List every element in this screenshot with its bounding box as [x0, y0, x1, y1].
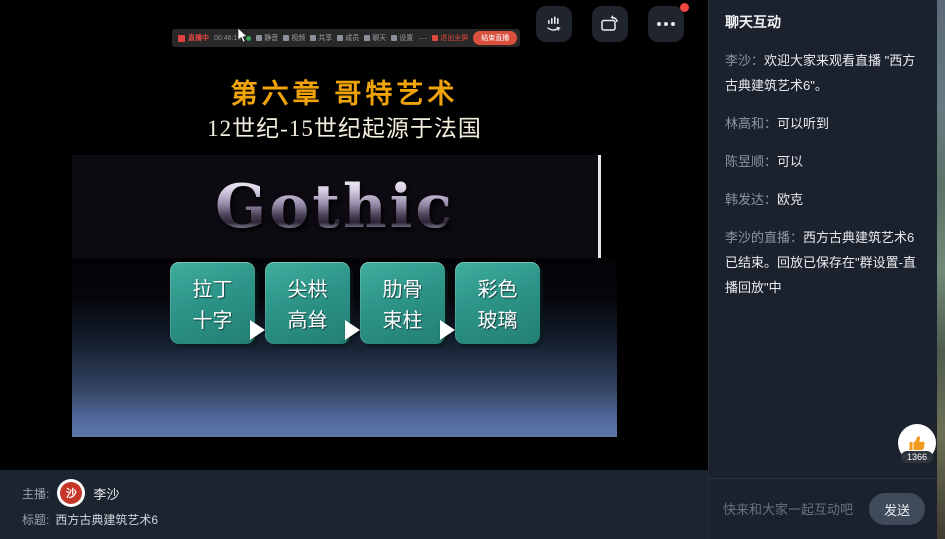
share-toolbar: 直播中 00:46:10 静音 视频 共享 成员 聊天 [172, 29, 520, 47]
chat-text: 可以听到 [777, 116, 829, 131]
mic-icon [256, 35, 262, 41]
host-row: 主播: 沙 李沙 [22, 478, 708, 508]
slide-chapter-title: 第六章 哥特艺术 [72, 72, 617, 111]
like-button[interactable]: 1366 [898, 424, 936, 462]
title-row: 标题: 西方古典建筑艺术6 [22, 511, 708, 528]
flow-box-line: 十字 [193, 304, 233, 333]
flow-arrow-icon [440, 320, 455, 340]
stream-controls [536, 6, 684, 42]
voice-interpretation-icon [544, 14, 564, 34]
host-avatar: 沙 [57, 479, 85, 507]
popout-window-icon [599, 14, 621, 34]
thumb-up-icon [907, 433, 927, 453]
chat-panel-title: 聊天互动 [709, 0, 937, 38]
exit-icon [432, 35, 438, 41]
seal-stamp-icon: 沙 [60, 482, 82, 504]
toolbar-item-label: 静音 [264, 33, 278, 43]
end-live-button[interactable]: 结束直播 [473, 31, 517, 45]
host-label: 主播: [22, 485, 49, 502]
toolbar-item-share[interactable]: 共享 [310, 33, 332, 43]
toolbar-item-label: 成员 [345, 33, 359, 43]
flow-arrow-icon [345, 320, 360, 340]
flow-arrow-icon [250, 320, 265, 340]
desktop-wallpaper-strip [937, 0, 945, 539]
toolbar-brand: 直播中 [178, 33, 209, 43]
notification-dot [680, 3, 689, 12]
chat-username: 陈昱顺： [725, 154, 777, 169]
share-screen-icon [310, 35, 316, 41]
chat-bubble-icon [364, 35, 370, 41]
chat-message: 林高和：可以听到 [725, 111, 921, 136]
flow-box-latin-cross: 拉丁 十字 [170, 262, 255, 344]
chat-username: 李沙： [725, 53, 764, 68]
toolbar-item-chat[interactable]: 聊天 [364, 33, 386, 43]
stream-title-label: 标题: [22, 511, 49, 528]
toolbar-item-settings[interactable]: 设置 [391, 33, 413, 43]
toolbar-item-mute[interactable]: 静音 [256, 33, 278, 43]
voice-interpretation-button[interactable] [536, 6, 572, 42]
flow-box-line: 束柱 [383, 304, 423, 333]
flow-box-stained-glass: 彩色 玻璃 [455, 262, 540, 344]
chat-message: 李沙：欢迎大家来观看直播 "西方古典建筑艺术6"。 [725, 48, 921, 98]
more-icon [657, 22, 675, 26]
toolbar-exit-fullscreen-button[interactable]: 退出全屏 [432, 33, 468, 43]
gear-icon [391, 35, 397, 41]
chat-username: 林高和： [725, 116, 777, 131]
host-name: 李沙 [93, 484, 119, 503]
gothic-banner-image: Gothic [72, 155, 601, 258]
more-button[interactable] [648, 6, 684, 42]
toolbar-item-label: 共享 [318, 33, 332, 43]
toolbar-item-members[interactable]: 成员 [337, 33, 359, 43]
chat-input[interactable] [721, 501, 861, 518]
meeting-logo-icon [178, 35, 185, 42]
chat-text: 欧克 [777, 192, 803, 207]
live-stream-window: 直播中 00:46:10 静音 视频 共享 成员 聊天 [0, 0, 945, 539]
flow-box-rib-vault: 肋骨 束柱 [360, 262, 445, 344]
toolbar-item-camera[interactable]: 视频 [283, 33, 305, 43]
toolbar-item-label: 聊天 [372, 33, 386, 43]
mouse-cursor [237, 28, 249, 44]
flow-box-line: 肋骨 [383, 273, 423, 302]
flow-box-line: 拉丁 [193, 273, 233, 302]
toolbar-brand-label: 直播中 [188, 33, 209, 43]
chat-message: 陈昱顺：可以 [725, 149, 921, 174]
stream-info-bar: 主播: 沙 李沙 标题: 西方古典建筑艺术6 [0, 470, 708, 539]
members-icon [337, 35, 343, 41]
send-button[interactable]: 发送 [869, 493, 925, 525]
toolbar-more-button[interactable]: ⋯ [418, 34, 427, 43]
gothic-word: Gothic [215, 172, 455, 242]
flow-box-line: 彩色 [478, 273, 518, 302]
toolbar-exit-label: 退出全屏 [440, 33, 468, 43]
chat-username: 韩发达： [725, 192, 777, 207]
main-stage: 直播中 00:46:10 静音 视频 共享 成员 聊天 [0, 0, 708, 470]
toolbar-item-label: 设置 [399, 33, 413, 43]
flow-box-line: 高耸 [288, 304, 328, 333]
chat-username: 李沙的直播： [725, 230, 803, 245]
chat-message: 李沙的直播：西方古典建筑艺术6 已结束。回放已保存在"群设置-直播回放"中 [725, 225, 921, 300]
flow-box-line: 玻璃 [478, 304, 518, 333]
stream-title-value: 西方古典建筑艺术6 [55, 511, 158, 528]
toolbar-item-label: 视频 [291, 33, 305, 43]
like-count-badge: 1366 [901, 451, 933, 463]
chat-input-bar: 发送 [709, 478, 937, 539]
popout-window-button[interactable] [592, 6, 628, 42]
chat-message: 韩发达：欧克 [725, 187, 921, 212]
flow-box-pointed-arch: 尖栱 高耸 [265, 262, 350, 344]
camera-icon [283, 35, 289, 41]
slide-subtitle: 12世纪-15世纪起源于法国 [72, 109, 617, 143]
flow-box-line: 尖栱 [288, 273, 328, 302]
chat-message-list[interactable]: 李沙：欢迎大家来观看直播 "西方古典建筑艺术6"。 林高和：可以听到 陈昱顺：可… [709, 38, 937, 300]
chat-text: 可以 [777, 154, 803, 169]
chat-panel: 聊天互动 李沙：欢迎大家来观看直播 "西方古典建筑艺术6"。 林高和：可以听到 … [708, 0, 937, 539]
